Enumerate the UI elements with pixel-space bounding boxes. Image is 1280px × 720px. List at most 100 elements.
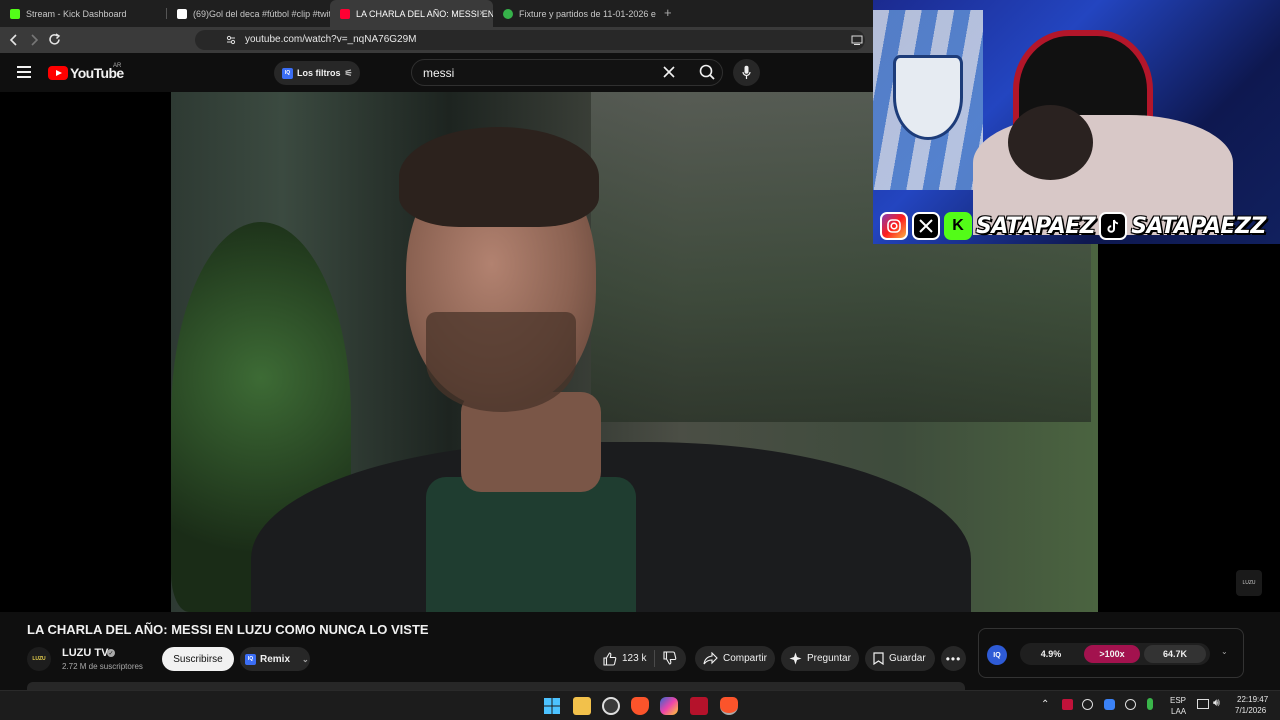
tab-title: Fixture y partidos de 11-01-2026 en — [519, 8, 656, 19]
volume-icon[interactable]: 🔊︎ — [1213, 697, 1220, 710]
obs-icon[interactable] — [602, 697, 620, 715]
sparkle-icon — [789, 652, 802, 665]
iq-badge-icon: IQ — [282, 67, 293, 79]
search-icon[interactable] — [693, 60, 723, 85]
tab-title: Stream - Kick Dashboard — [26, 8, 127, 19]
browser-toolbar: youtube.com/watch?v=_nqNA76G29M — [0, 27, 873, 53]
hamburger-menu-icon[interactable] — [17, 66, 31, 78]
iq-stats-panel: IQ 4.9% >100x 64.7K ⌄ — [978, 628, 1244, 678]
clock-time[interactable]: 22:19:47 — [1237, 695, 1268, 704]
handle-kick: SATAPAEZ — [976, 213, 1096, 239]
filters-button[interactable]: IQ Los filtros ⚟ — [274, 61, 360, 85]
windows-taskbar: ⌃ ESP LAA 🔊︎ 22:19:47 7/1/2026 — [0, 690, 1280, 720]
thumbs-up-icon — [603, 651, 617, 666]
like-count: 123 k — [622, 653, 647, 664]
cast-icon[interactable] — [851, 35, 863, 45]
subscriber-count: 2.72 M de suscriptores — [62, 662, 143, 671]
chevron-down-icon: ⌄ — [302, 654, 309, 664]
tiktok-icon — [1099, 212, 1128, 240]
tray-obs-icon[interactable] — [1082, 699, 1093, 710]
remix-label: Remix — [260, 653, 291, 665]
thumbs-down-icon[interactable] — [663, 651, 677, 665]
tray-expand-icon[interactable]: ⌃ — [1041, 699, 1049, 710]
share-button[interactable]: Compartir — [695, 646, 775, 671]
streamer-headset — [1008, 105, 1093, 180]
iq-stats-bar: 4.9% >100x 64.7K — [1020, 643, 1210, 665]
clear-search-icon[interactable] — [663, 66, 675, 78]
iq-logo-icon[interactable]: IQ — [987, 645, 1007, 665]
address-bar[interactable]: youtube.com/watch?v=_nqNA76G29M — [195, 30, 865, 50]
reload-icon[interactable] — [48, 33, 61, 46]
verified-check-icon: ✓ — [107, 649, 115, 657]
handle-tiktok: SATAPAEZZ — [1131, 213, 1266, 239]
microphone-icon — [742, 65, 751, 79]
new-tab-button[interactable]: + — [664, 5, 672, 20]
subscribe-button[interactable]: Suscribirse — [162, 647, 234, 671]
person-hair — [399, 127, 599, 227]
kick-icon — [10, 8, 20, 19]
remix-button[interactable]: IQ Remix ⌄ — [240, 647, 310, 671]
video-title: LA CHARLA DEL AÑO: MESSI EN LUZU COMO NU… — [27, 622, 429, 637]
x-icon — [912, 212, 940, 240]
tab-kick-dashboard[interactable]: Stream - Kick Dashboard — [0, 0, 165, 27]
iq-badge-icon: IQ — [245, 653, 256, 665]
close-tab-icon[interactable]: × — [479, 8, 485, 19]
tab-fixture[interactable]: Fixture y partidos de 11-01-2026 en — [493, 0, 656, 27]
brave-icon[interactable] — [631, 697, 649, 715]
country-code: AR — [113, 63, 122, 69]
channel-avatar[interactable]: LUZU — [27, 647, 51, 671]
share-label: Compartir — [723, 653, 767, 664]
instagram-icon — [880, 212, 908, 240]
tray-app-2-icon[interactable] — [1104, 699, 1115, 710]
tab-title: LA CHARLA DEL AÑO: MESSI EN — [356, 8, 493, 19]
iq-stat-views: 64.7K — [1144, 645, 1206, 663]
streamer-webcam — [873, 0, 1280, 244]
tiktok-icon — [177, 8, 187, 19]
copilot-icon[interactable] — [660, 697, 678, 715]
share-icon — [703, 652, 718, 665]
soccer-icon — [503, 8, 513, 19]
file-explorer-icon[interactable] — [573, 697, 591, 715]
clock-date[interactable]: 7/1/2026 — [1235, 706, 1266, 715]
forward-arrow-icon[interactable] — [29, 34, 39, 46]
brave-active-icon[interactable] — [720, 697, 738, 715]
chevron-down-icon[interactable]: ⌄ — [1221, 647, 1228, 656]
app-icon[interactable] — [690, 697, 708, 715]
windows-start-icon[interactable] — [544, 698, 560, 714]
search-input[interactable]: messi — [423, 66, 454, 80]
channel-name[interactable]: LUZU TV — [62, 647, 108, 659]
person-shirt — [426, 477, 636, 612]
keyboard-layout[interactable]: LAA — [1171, 707, 1186, 716]
site-info-icon[interactable] — [226, 35, 236, 45]
network-icon[interactable] — [1197, 699, 1209, 709]
filters-label: Los filtros — [297, 68, 341, 78]
save-label: Guardar — [889, 653, 926, 664]
search-box: messi — [411, 59, 723, 86]
tab-title: (69)Gol del deca #fútbol #clip #twit — [193, 8, 330, 19]
like-divider — [654, 650, 655, 667]
tab-tiktok[interactable]: (69)Gol del deca #fútbol #clip #twit — [167, 0, 330, 27]
tray-app-icon[interactable] — [1062, 699, 1073, 710]
description-box[interactable] — [27, 682, 965, 690]
url-text[interactable]: youtube.com/watch?v=_nqNA76G29M — [245, 34, 417, 45]
language-code[interactable]: ESP — [1170, 696, 1186, 705]
iq-stat-outlier: >100x — [1084, 645, 1140, 663]
kick-icon: K — [944, 212, 972, 240]
iq-stat-engagement: 4.9% — [1040, 649, 1062, 659]
tray-sync-icon[interactable] — [1125, 699, 1136, 710]
voice-search-button[interactable] — [733, 59, 760, 86]
youtube-header: YouTube AR IQ Los filtros ⚟ messi — [0, 53, 873, 92]
person-beard — [426, 312, 576, 412]
channel-watermark[interactable]: LUZU — [1236, 570, 1262, 596]
tune-icon: ⚟ — [344, 67, 353, 78]
back-arrow-icon[interactable] — [9, 34, 19, 46]
youtube-icon — [340, 8, 350, 19]
tab-youtube-active[interactable]: LA CHARLA DEL AÑO: MESSI EN × — [330, 0, 493, 27]
tray-microphone-icon[interactable] — [1147, 698, 1153, 710]
more-actions-button[interactable]: ••• — [941, 646, 966, 671]
ask-label: Preguntar — [807, 653, 851, 664]
save-button[interactable]: Guardar — [865, 646, 935, 671]
youtube-logo-icon[interactable] — [48, 66, 68, 80]
ask-button[interactable]: Preguntar — [781, 646, 859, 671]
club-crest — [893, 55, 963, 140]
